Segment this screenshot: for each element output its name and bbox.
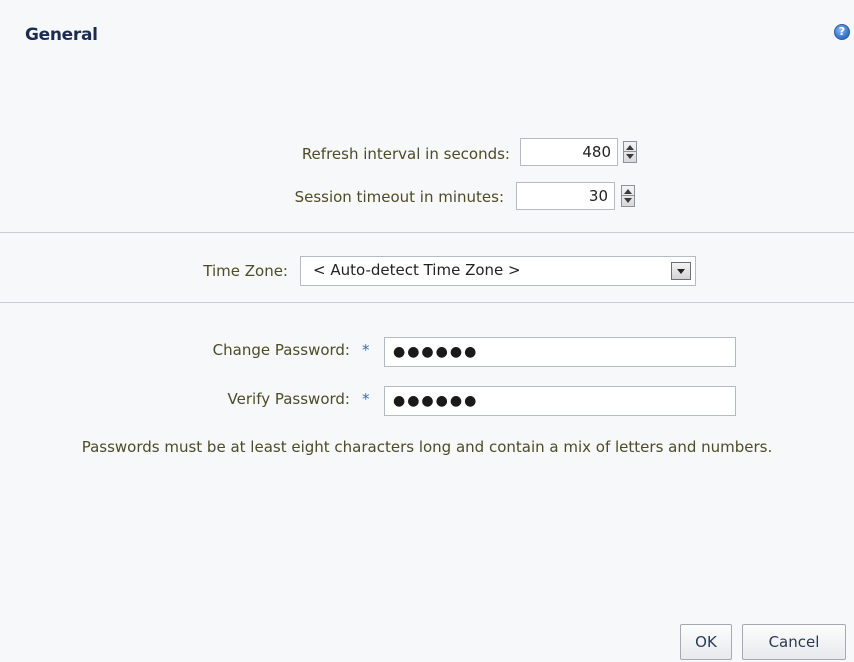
refresh-interval-label: Refresh interval in seconds: xyxy=(301,145,510,163)
stepper-up-icon[interactable] xyxy=(624,189,632,194)
refresh-interval-stepper[interactable] xyxy=(623,141,637,163)
section-divider xyxy=(0,302,854,303)
required-marker: * xyxy=(362,390,370,408)
chevron-down-icon[interactable] xyxy=(671,262,691,280)
refresh-interval-input[interactable]: 480 xyxy=(520,138,618,166)
required-marker: * xyxy=(362,341,370,359)
general-preferences-dialog: General ? Refresh interval in seconds: 4… xyxy=(0,0,854,662)
verify-password-label: Verify Password: xyxy=(227,390,350,408)
help-icon[interactable]: ? xyxy=(834,24,850,40)
change-password-label: Change Password: xyxy=(212,341,350,359)
timezone-selected-value: < Auto-detect Time Zone > xyxy=(313,261,521,279)
password-requirements-note: Passwords must be at least eight charact… xyxy=(81,438,773,456)
timezone-label: Time Zone: xyxy=(203,262,288,280)
session-timeout-stepper[interactable] xyxy=(621,185,635,207)
session-timeout-label: Session timeout in minutes: xyxy=(294,188,504,206)
cancel-button[interactable]: Cancel xyxy=(742,624,846,660)
section-divider xyxy=(0,232,854,233)
session-timeout-input[interactable]: 30 xyxy=(516,182,615,210)
stepper-down-icon[interactable] xyxy=(626,154,634,159)
change-password-field[interactable]: ●●●●●● xyxy=(384,337,736,367)
verify-password-field[interactable]: ●●●●●● xyxy=(384,386,736,416)
stepper-down-icon[interactable] xyxy=(624,198,632,203)
timezone-select[interactable]: < Auto-detect Time Zone > xyxy=(300,256,696,286)
stepper-up-icon[interactable] xyxy=(626,145,634,150)
dialog-title: General xyxy=(25,25,98,45)
ok-button[interactable]: OK xyxy=(680,624,732,660)
